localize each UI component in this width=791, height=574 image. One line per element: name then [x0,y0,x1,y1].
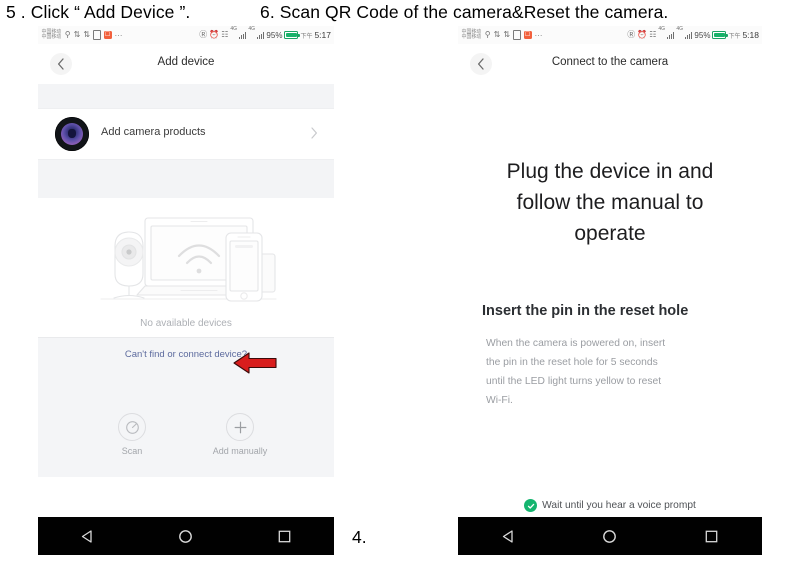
circle-home-icon[interactable] [164,529,208,544]
add-camera-products-row[interactable]: Add camera products [38,108,334,160]
stray-step-marker: 4. [352,527,367,547]
signal-bars-1-icon [239,31,247,39]
status-bar-left-icons: 中国移动 中国移动 ⚲ ⇅ ⇅ ☐ ⋯ [461,26,543,44]
transfer-down-icon: ⇅ [503,30,511,39]
transfer-down-icon: ⇅ [83,30,91,39]
network-type-1-icon: 4G [658,26,666,32]
battery-icon [284,31,300,39]
square-recents-icon[interactable] [689,529,733,544]
red-arrow-annotation-icon [232,350,278,381]
status-bar-right: 中国移动 中国移动 ⚲ ⇅ ⇅ ☐ ⋯ Ⓡ ⏰ ☷ 4G 4G 95% 下午 5… [458,26,762,44]
network-type-1-icon: 4G [230,26,238,32]
paragraph-line-1: When the camera is powered on, insert [486,338,666,349]
transfer-up-icon: ⇅ [73,30,81,39]
connect-heading-line-3: operate [574,222,646,245]
reset-instructions-paragraph: When the camera is powered on, insert th… [486,334,734,410]
scan-icon [118,413,146,441]
signal-bars-2-icon [685,31,693,39]
search-icon: ⚲ [484,30,491,39]
signal-bars-2-icon [257,31,265,39]
voice-prompt-label: Wait until you hear a voice prompt [542,500,696,511]
voice-prompt-confirmation[interactable]: Wait until you hear a voice prompt [458,499,762,512]
empty-state-section: No available devices [38,198,334,337]
transfer-up-icon: ⇅ [493,30,501,39]
app-badge-icon: ☐ [523,31,532,39]
chevron-right-icon [311,126,318,144]
phone-screenshot-right: 中国移动 中国移动 ⚲ ⇅ ⇅ ☐ ⋯ Ⓡ ⏰ ☷ 4G 4G 95% 下午 5… [458,26,762,555]
empty-state-text: No available devices [140,318,232,329]
status-bar-right-icons: Ⓡ ⏰ ☷ 4G 4G 95% 下午 5:17 [199,26,331,44]
carrier-label: 中国移动 中国移动 [41,28,62,40]
bluetooth-icon: Ⓡ [627,30,636,39]
plus-icon [226,413,254,441]
caption-step-5: 5 . Click “ Add Device ”. [6,2,191,22]
connect-heading: Plug the device in and follow the manual… [480,156,740,249]
android-nav-bar-left [38,517,334,555]
more-dots-icon: ⋯ [534,30,543,40]
carrier-label: 中国移动 中国移动 [461,28,482,40]
paragraph-line-2: the pin in the reset hole for 5 seconds [486,357,658,368]
status-clock: 5:17 [314,30,331,40]
locale-label: 下午 [728,33,741,40]
page-title: Add device [157,56,215,68]
vibrate-icon: ☷ [649,30,657,39]
instruction-caption: 5 . Click “ Add Device ”. 6. Scan QR Cod… [6,2,786,28]
add-manually-label: Add manually [212,446,268,456]
connect-heading-line-1: Plug the device in and [506,160,714,183]
connect-heading-line-2: follow the manual to [516,191,704,214]
network-type-2-icon: 4G [676,26,684,32]
check-circle-icon [524,499,538,512]
cant-find-device-link[interactable]: Can't find or connect device? [38,349,334,360]
paragraph-line-4: Wi-Fi. [486,395,513,406]
status-clock: 5:18 [742,30,759,40]
sim-card-icon [513,30,521,40]
bluetooth-icon: Ⓡ [199,30,208,39]
more-dots-icon: ⋯ [114,30,123,40]
app-title-bar-left: Add device [38,44,334,84]
scan-label: Scan [121,446,143,456]
add-manually-action-button[interactable]: Add manually [208,413,272,456]
status-bar-left-icons: 中国移动 中国移动 ⚲ ⇅ ⇅ ☐ ⋯ [41,26,123,44]
search-icon: ⚲ [64,30,71,39]
add-device-actions-panel: Can't find or connect device? Scan Add m… [38,337,334,477]
status-bar-left: 中国移动 中国移动 ⚲ ⇅ ⇅ ☐ ⋯ Ⓡ ⏰ ☷ 4G 4G 95% 下午 5… [38,26,334,44]
paragraph-line-3: until the LED light turns yellow to rese… [486,376,662,387]
triangle-back-icon[interactable] [65,529,109,544]
scan-action-button[interactable]: Scan [100,413,164,456]
connect-camera-content: Plug the device in and follow the manual… [458,84,762,555]
triangle-back-icon[interactable] [487,529,531,544]
spacer-band-middle [38,160,334,198]
signal-bars-1-icon [667,31,675,39]
network-type-2-icon: 4G [248,26,256,32]
battery-icon [712,31,728,39]
app-badge-icon: ☐ [103,31,112,39]
sim-card-icon [93,30,101,40]
caption-step-6: 6. Scan QR Code of the camera&Reset the … [260,2,669,22]
vibrate-icon: ☷ [221,30,229,39]
circle-home-icon[interactable] [588,529,632,544]
square-recents-icon[interactable] [263,529,307,544]
battery-percent: 95% [694,30,711,40]
camera-lens-icon [55,117,89,151]
devices-wifi-illustration [81,200,291,317]
add-camera-products-label: Add camera products [101,126,206,138]
reset-hole-subheading: Insert the pin in the reset hole [482,303,689,319]
page-title: Connect to the camera [551,56,669,68]
alarm-icon: ⏰ [209,30,220,39]
spacer-band-top [38,84,334,108]
app-title-bar-right: Connect to the camera [458,44,762,84]
battery-percent: 95% [266,30,283,40]
action-buttons-row: Scan Add manually [38,413,334,456]
status-bar-right-icons: Ⓡ ⏰ ☷ 4G 4G 95% 下午 5:18 [627,26,759,44]
locale-label: 下午 [300,33,313,40]
phone-screenshot-left: 中国移动 中国移动 ⚲ ⇅ ⇅ ☐ ⋯ Ⓡ ⏰ ☷ 4G 4G 95% 下午 5… [38,26,334,555]
alarm-icon: ⏰ [637,30,648,39]
android-nav-bar-right [458,517,762,555]
